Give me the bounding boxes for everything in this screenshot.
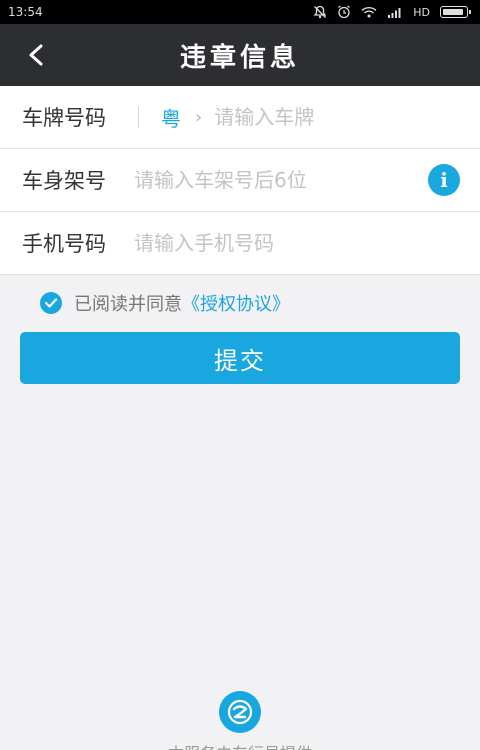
battery-icon — [440, 6, 471, 18]
plate-input[interactable] — [214, 105, 480, 129]
wifi-icon — [361, 6, 377, 18]
nav-bar: 违章信息 — [0, 24, 480, 86]
phone-label: 手机号码 — [22, 232, 106, 256]
status-time: 13:54 — [8, 5, 43, 19]
chevron-right-icon: › — [195, 106, 203, 128]
check-icon — [44, 298, 58, 308]
phone-input[interactable] — [134, 231, 480, 255]
vin-row: 车身架号 i — [0, 149, 480, 212]
signal-icon — [388, 8, 401, 18]
province-selector[interactable]: 粤 — [161, 103, 181, 132]
submit-button[interactable]: 提交 — [20, 332, 460, 384]
brand-logo-icon — [219, 691, 261, 733]
status-icons: HD — [313, 5, 471, 19]
back-button[interactable] — [18, 36, 54, 74]
agreement-text: 已阅读并同意 — [74, 294, 182, 315]
agreement-row: 已阅读并同意 《授权协议》 — [40, 290, 290, 316]
status-bar: 13:54 HD — [0, 0, 480, 24]
divider — [138, 106, 139, 128]
footer-text: 本服务由车行易提供 — [0, 740, 480, 750]
violation-form: 车牌号码 粤 › 车身架号 i 手机号码 — [0, 86, 480, 275]
agreement-link[interactable]: 《授权协议》 — [182, 290, 290, 316]
alarm-icon — [338, 5, 351, 19]
vin-label: 车身架号 — [22, 169, 106, 193]
mute-bell-icon — [313, 5, 327, 19]
network-type: HD — [413, 5, 430, 19]
agreement-checkbox[interactable] — [40, 292, 62, 314]
plate-label: 车牌号码 — [22, 106, 106, 130]
info-icon[interactable]: i — [428, 164, 460, 196]
page-title: 违章信息 — [179, 42, 300, 73]
phone-row: 手机号码 — [0, 212, 480, 275]
plate-row: 车牌号码 粤 › — [0, 86, 480, 149]
back-arrow-icon — [29, 44, 43, 66]
